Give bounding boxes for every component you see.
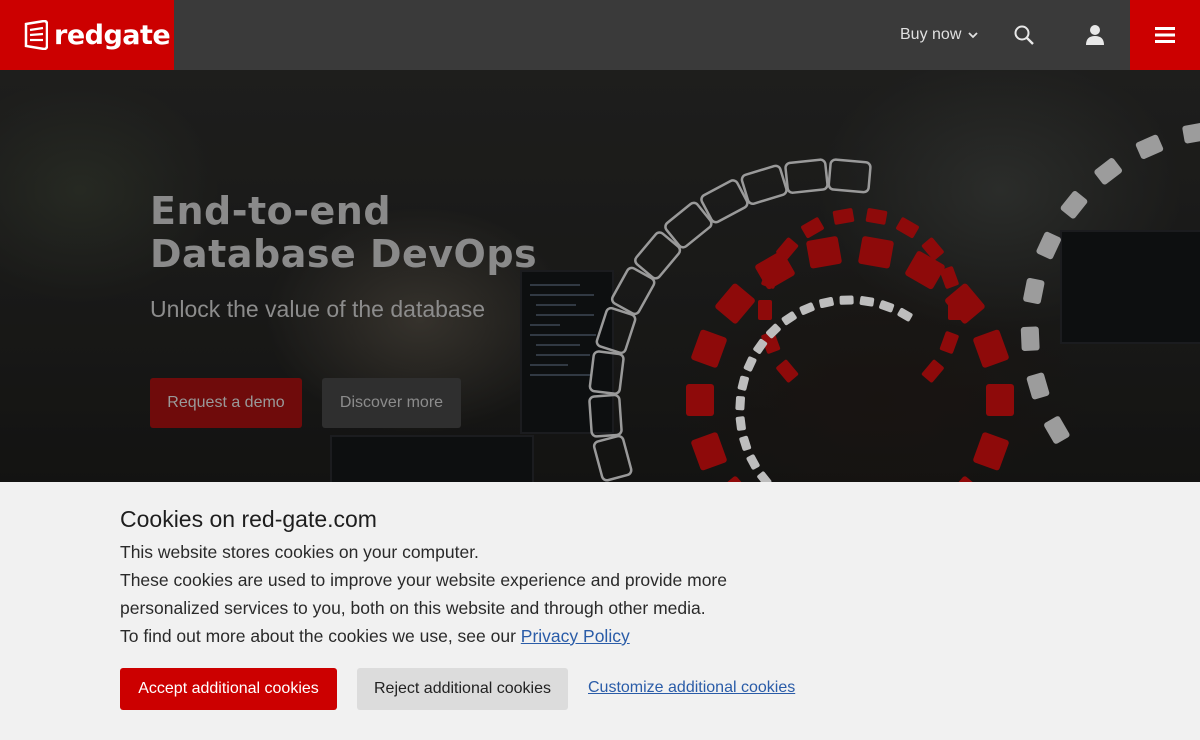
gear-segment: [776, 359, 799, 383]
search-icon[interactable]: [1012, 23, 1036, 47]
gear-segment: [691, 329, 727, 368]
hero-subtitle: Unlock the value of the database: [150, 296, 486, 322]
gear-segment: [784, 158, 829, 194]
site-header: redgate Buy now: [0, 0, 1200, 70]
gear-segment: [588, 350, 625, 395]
gear-segment: [799, 302, 815, 315]
gear-segment: [921, 359, 944, 383]
cookie-text-line: These cookies are used to improve your w…: [120, 570, 727, 618]
gear-segment: [819, 296, 834, 309]
gear-segment: [839, 295, 854, 305]
redgate-logo[interactable]: redgate: [0, 0, 174, 70]
gear-segment: [715, 476, 755, 482]
gear-segment: [1135, 134, 1164, 160]
cookie-text-line: To find out more about the cookies we us…: [120, 622, 820, 650]
menu-button[interactable]: [1130, 0, 1200, 70]
gear-segment: [806, 236, 842, 269]
gear-segment: [865, 208, 888, 225]
gear-segment: [827, 158, 872, 194]
gear-segment: [986, 384, 1014, 416]
gear-segment: [735, 416, 746, 431]
gear-segment: [743, 356, 757, 372]
gear-segment: [1182, 122, 1200, 144]
cookie-text-prefix: To find out more about the cookies we us…: [120, 626, 521, 646]
gear-segment: [897, 308, 913, 322]
buy-now-label: Buy now: [900, 26, 962, 43]
gear-segment: [737, 375, 749, 391]
cookie-banner: Cookies on red-gate.com This website sto…: [0, 482, 1200, 740]
cookie-text-line: This website stores cookies on your comp…: [120, 542, 479, 562]
cookie-banner-title: Cookies on red-gate.com: [120, 506, 377, 532]
hero-title: End-to-end Database DevOps: [150, 189, 538, 276]
gear-segment: [746, 454, 760, 470]
gear-segment: [1023, 277, 1045, 305]
logo-wordmark: redgate: [54, 19, 171, 51]
gear-segment: [1060, 191, 1088, 219]
gear-segment: [973, 432, 1009, 471]
gear-segment: [595, 306, 637, 355]
gear-segment: [686, 384, 714, 416]
gear-segment: [757, 471, 772, 482]
gear-segment: [879, 300, 895, 313]
request-demo-button[interactable]: Request a demo: [150, 378, 302, 428]
buy-now-menu[interactable]: Buy now: [900, 22, 979, 48]
user-icon[interactable]: [1084, 23, 1106, 47]
gear-segment: [781, 311, 797, 326]
gear-segment: [715, 283, 755, 324]
gear-segment: [1094, 158, 1122, 185]
gear-segment: [1020, 326, 1040, 351]
gear-segment: [859, 296, 875, 307]
gear-segment: [740, 164, 788, 205]
gear-segment: [1044, 416, 1070, 444]
discover-more-button[interactable]: Discover more: [322, 378, 461, 428]
privacy-policy-link[interactable]: Privacy Policy: [521, 626, 630, 646]
gear-segment: [691, 432, 727, 471]
gear-segment: [945, 476, 985, 482]
chevron-down-icon: [968, 32, 979, 39]
gear-segment: [735, 396, 746, 411]
gear-segment: [1036, 231, 1061, 260]
hero-section: End-to-end Database DevOps Unlock the va…: [0, 70, 1200, 482]
gear-segment: [973, 329, 1009, 368]
gear-segment: [939, 331, 959, 354]
reject-cookies-button[interactable]: Reject additional cookies: [357, 668, 568, 710]
gear-segment: [739, 435, 752, 451]
gear-segment: [801, 217, 824, 239]
gear-segment: [858, 236, 894, 269]
accept-cookies-button[interactable]: Accept additional cookies: [120, 668, 337, 710]
menu-icon: [1155, 27, 1175, 43]
customize-cookies-link[interactable]: Customize additional cookies: [588, 679, 795, 697]
cookie-banner-text: This website stores cookies on your comp…: [120, 538, 820, 650]
gear-segment: [592, 434, 633, 482]
gear-segment: [758, 300, 772, 320]
gear-segment: [832, 208, 855, 225]
redgate-logo-icon: [24, 20, 48, 50]
gear-segment: [1026, 372, 1050, 400]
gear-segment: [896, 217, 919, 239]
gear-segment: [588, 393, 623, 438]
